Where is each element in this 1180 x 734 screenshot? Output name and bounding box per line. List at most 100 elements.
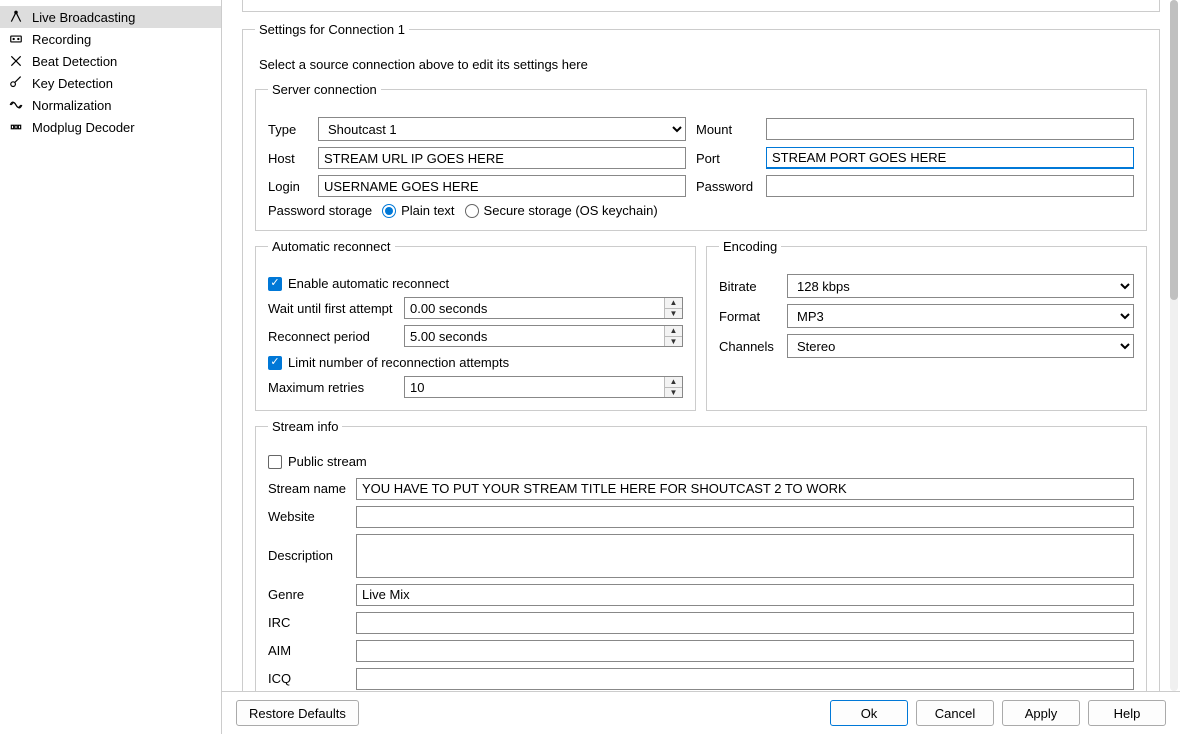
max-retries-input[interactable] xyxy=(405,377,664,397)
port-label: Port xyxy=(696,151,756,166)
settings-sidebar: Live Broadcasting Recording Beat Detecti… xyxy=(0,0,222,734)
period-spinner[interactable]: ▲▼ xyxy=(404,325,683,347)
sidebar-item-label: Modplug Decoder xyxy=(32,120,135,135)
cancel-button[interactable]: Cancel xyxy=(916,700,994,726)
restore-defaults-button[interactable]: Restore Defaults xyxy=(236,700,359,726)
sidebar-item-label: Recording xyxy=(32,32,91,47)
auto-reconnect-group: Automatic reconnect Enable automatic rec… xyxy=(255,239,696,411)
group-legend: Stream info xyxy=(268,419,342,434)
enable-reconnect-checkbox[interactable]: Enable automatic reconnect xyxy=(268,276,449,291)
key-icon xyxy=(8,75,24,91)
password-label: Password xyxy=(696,179,756,194)
website-label: Website xyxy=(268,509,348,524)
dialog-footer: Restore Defaults Ok Cancel Apply Help xyxy=(222,691,1180,734)
help-text: Select a source connection above to edit… xyxy=(255,57,1147,72)
bitrate-select[interactable]: 128 kbps xyxy=(787,274,1134,298)
group-legend: Encoding xyxy=(719,239,781,254)
spin-down-icon[interactable]: ▼ xyxy=(665,309,682,319)
sidebar-item-recording[interactable]: Recording xyxy=(0,28,221,50)
channels-label: Channels xyxy=(719,339,779,354)
host-label: Host xyxy=(268,151,308,166)
decoder-icon xyxy=(8,119,24,135)
type-select[interactable]: Shoutcast 1 xyxy=(318,117,686,141)
checkbox-on-icon xyxy=(268,277,282,291)
radio-label: Secure storage (OS keychain) xyxy=(484,203,658,218)
normalize-icon xyxy=(8,97,24,113)
group-legend: Automatic reconnect xyxy=(268,239,395,254)
description-label: Description xyxy=(268,548,348,563)
main-panel: Settings for Connection 1 Select a sourc… xyxy=(222,0,1180,734)
sidebar-item-label: Live Broadcasting xyxy=(32,10,135,25)
broadcast-icon xyxy=(8,9,24,25)
scrollbar-thumb[interactable] xyxy=(1170,0,1178,300)
radio-label: Plain text xyxy=(401,203,454,218)
genre-input[interactable] xyxy=(356,584,1134,606)
sidebar-item-beat-detection[interactable]: Beat Detection xyxy=(0,50,221,72)
icq-label: ICQ xyxy=(268,671,348,686)
spin-up-icon[interactable]: ▲ xyxy=(665,298,682,309)
apply-button[interactable]: Apply xyxy=(1002,700,1080,726)
wait-spinner[interactable]: ▲▼ xyxy=(404,297,683,319)
aim-label: AIM xyxy=(268,643,348,658)
checkbox-label: Limit number of reconnection attempts xyxy=(288,355,509,370)
port-input[interactable] xyxy=(766,147,1134,169)
stream-name-label: Stream name xyxy=(268,481,348,496)
login-input[interactable] xyxy=(318,175,686,197)
checkbox-on-icon xyxy=(268,356,282,370)
spin-up-icon[interactable]: ▲ xyxy=(665,326,682,337)
public-stream-checkbox[interactable]: Public stream xyxy=(268,454,367,469)
checkbox-off-icon xyxy=(268,455,282,469)
group-legend: Server connection xyxy=(268,82,381,97)
pw-secure-radio[interactable]: Secure storage (OS keychain) xyxy=(465,203,658,218)
max-retries-label: Maximum retries xyxy=(268,380,398,395)
sidebar-item-modplug-decoder[interactable]: Modplug Decoder xyxy=(0,116,221,138)
stream-name-input[interactable] xyxy=(356,478,1134,500)
radio-on-icon xyxy=(382,204,396,218)
login-label: Login xyxy=(268,179,308,194)
period-label: Reconnect period xyxy=(268,329,398,344)
pw-storage-label: Password storage xyxy=(268,203,372,218)
checkbox-label: Enable automatic reconnect xyxy=(288,276,449,291)
record-icon xyxy=(8,31,24,47)
limit-attempts-checkbox[interactable]: Limit number of reconnection attempts xyxy=(268,355,509,370)
server-connection-group: Server connection Type Shoutcast 1 Mount… xyxy=(255,82,1147,231)
sidebar-item-label: Key Detection xyxy=(32,76,113,91)
host-input[interactable] xyxy=(318,147,686,169)
sidebar-item-label: Normalization xyxy=(32,98,111,113)
mount-input[interactable] xyxy=(766,118,1134,140)
aim-input[interactable] xyxy=(356,640,1134,662)
website-input[interactable] xyxy=(356,506,1134,528)
sidebar-item-key-detection[interactable]: Key Detection xyxy=(0,72,221,94)
encoding-group: Encoding Bitrate 128 kbps Format MP3 Cha… xyxy=(706,239,1147,411)
beat-icon xyxy=(8,53,24,69)
bitrate-label: Bitrate xyxy=(719,279,779,294)
spin-up-icon[interactable]: ▲ xyxy=(665,377,682,388)
radio-off-icon xyxy=(465,204,479,218)
description-textarea[interactable] xyxy=(356,534,1134,578)
spin-down-icon[interactable]: ▼ xyxy=(665,337,682,347)
icq-input[interactable] xyxy=(356,668,1134,690)
stream-info-group: Stream info Public stream Stream name We… xyxy=(255,419,1147,691)
vertical-scrollbar[interactable] xyxy=(1170,0,1178,691)
genre-label: Genre xyxy=(268,587,348,602)
format-select[interactable]: MP3 xyxy=(787,304,1134,328)
format-label: Format xyxy=(719,309,779,324)
channels-select[interactable]: Stereo xyxy=(787,334,1134,358)
sidebar-item-label: Beat Detection xyxy=(32,54,117,69)
help-button[interactable]: Help xyxy=(1088,700,1166,726)
spin-down-icon[interactable]: ▼ xyxy=(665,388,682,398)
prev-group-cutoff xyxy=(242,0,1160,12)
group-legend: Settings for Connection 1 xyxy=(255,22,409,37)
connection-settings-group: Settings for Connection 1 Select a sourc… xyxy=(242,22,1160,691)
period-input[interactable] xyxy=(405,326,664,346)
max-retries-spinner[interactable]: ▲▼ xyxy=(404,376,683,398)
checkbox-label: Public stream xyxy=(288,454,367,469)
pw-plain-radio[interactable]: Plain text xyxy=(382,203,454,218)
ok-button[interactable]: Ok xyxy=(830,700,908,726)
wait-input[interactable] xyxy=(405,298,664,318)
irc-input[interactable] xyxy=(356,612,1134,634)
sidebar-item-live-broadcasting[interactable]: Live Broadcasting xyxy=(0,6,221,28)
irc-label: IRC xyxy=(268,615,348,630)
sidebar-item-normalization[interactable]: Normalization xyxy=(0,94,221,116)
password-input[interactable] xyxy=(766,175,1134,197)
